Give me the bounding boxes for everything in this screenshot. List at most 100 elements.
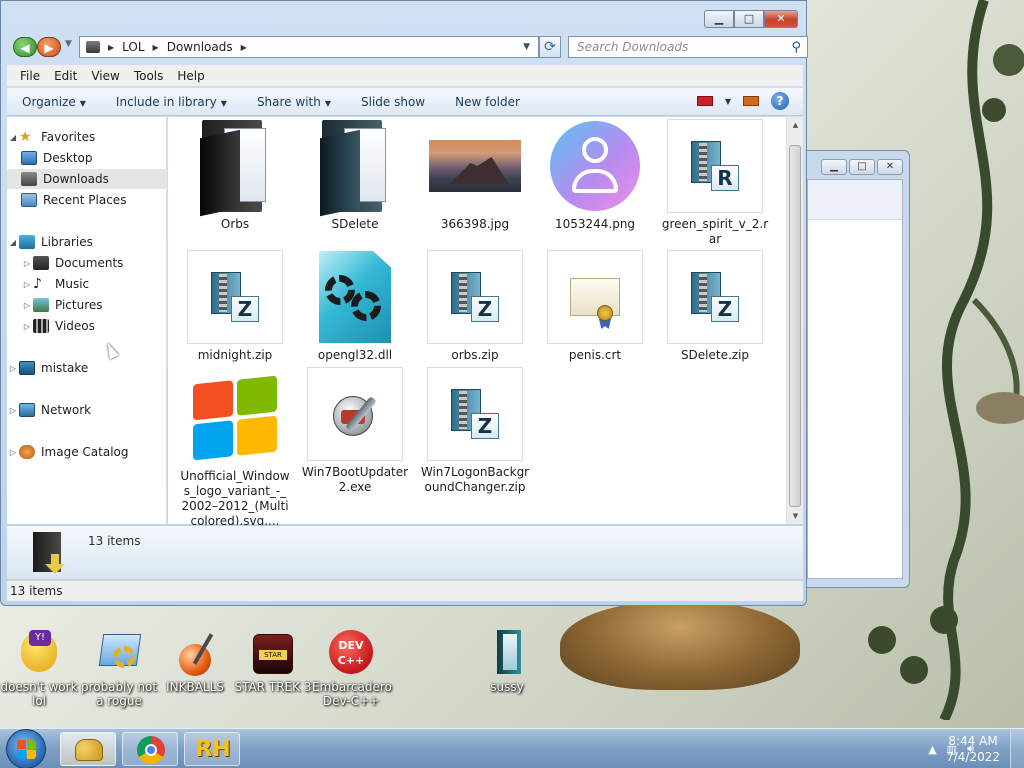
- scrollbar-thumb[interactable]: [789, 145, 801, 507]
- file-item-orbs-zip[interactable]: Z orbs.zip: [420, 250, 530, 363]
- image-catalog-icon: [19, 445, 35, 459]
- new-folder-button[interactable]: New folder: [440, 95, 535, 109]
- view-options-chevron-icon[interactable]: ▼: [725, 97, 731, 106]
- desktop-icon-label: INKBALLS: [166, 680, 224, 694]
- file-item-windows-logo-svg[interactable]: Unofficial_Windows_logo_variant_-_2002–2…: [180, 371, 290, 529]
- menu-help[interactable]: Help: [170, 69, 211, 83]
- folder-icon: [483, 630, 531, 678]
- background-window[interactable]: ▁ □ ✕: [800, 150, 910, 588]
- help-icon[interactable]: ?: [771, 92, 789, 110]
- refresh-button[interactable]: ⟳: [539, 36, 561, 58]
- status-item-count: 13 items: [10, 584, 63, 598]
- desktop-icon-inkballs[interactable]: INKBALLS: [156, 630, 234, 694]
- desktop-icon-probably-not-a-rogue[interactable]: probably not a rogue: [80, 630, 158, 708]
- desktop-icon-dev-cpp[interactable]: DEV C++ Embarcadero Dev-C++: [312, 630, 392, 708]
- start-button[interactable]: [6, 729, 46, 768]
- menu-view[interactable]: View: [84, 69, 126, 83]
- nav-music[interactable]: ▷ ♪ Music: [7, 274, 167, 294]
- forward-button[interactable]: ▶: [37, 37, 61, 57]
- file-item-sdelete[interactable]: SDelete: [300, 119, 410, 232]
- file-name: Win7LogonBackgroundChanger.zip: [420, 465, 530, 494]
- file-item-opengl32-dll[interactable]: opengl32.dll: [300, 250, 410, 363]
- desktop-icon-label: STAR TREK 3: [234, 680, 312, 694]
- slide-show-button[interactable]: Slide show: [346, 95, 440, 109]
- menu-bar: File Edit View Tools Help: [7, 65, 803, 87]
- nav-desktop[interactable]: Desktop: [7, 148, 167, 168]
- inkball-icon: [171, 630, 219, 678]
- search-input[interactable]: Search Downloads ⚲: [568, 36, 808, 58]
- menu-edit[interactable]: Edit: [47, 69, 84, 83]
- recent-pages-chevron-icon[interactable]: ▼: [65, 39, 72, 49]
- nav-videos[interactable]: ▷ Videos: [7, 316, 167, 336]
- share-with-button[interactable]: Share with ▼: [242, 95, 346, 109]
- nav-recent-places[interactable]: Recent Places: [7, 190, 167, 210]
- videos-film-icon: [33, 319, 49, 333]
- menu-file[interactable]: File: [13, 69, 47, 83]
- desktop-icon-yahoo[interactable]: Y! doesn't work lol: [0, 630, 78, 708]
- menu-tools[interactable]: Tools: [127, 69, 171, 83]
- taskbar-resource-hacker-button[interactable]: RH: [184, 732, 240, 766]
- show-hidden-icons-icon[interactable]: ▲: [928, 743, 936, 756]
- bg-close-button[interactable]: ✕: [877, 159, 903, 175]
- desktop-icon-sussy[interactable]: sussy: [468, 630, 546, 694]
- close-button[interactable]: ✕: [764, 10, 798, 28]
- search-icon[interactable]: ⚲: [791, 38, 801, 58]
- file-item-penis-crt[interactable]: penis.crt: [540, 250, 650, 363]
- bg-minimize-button[interactable]: ▁: [821, 159, 847, 175]
- file-item-1053244-png[interactable]: 1053244.png: [540, 119, 650, 232]
- desktop-icon-star-trek-3[interactable]: STAR STAR TREK 3: [234, 630, 312, 694]
- network-icon: [19, 403, 35, 417]
- breadcrumb-downloads[interactable]: Downloads: [167, 40, 233, 54]
- file-name: SDelete.zip: [680, 348, 750, 362]
- nav-network[interactable]: ▷ Network: [7, 400, 167, 420]
- minimize-button[interactable]: ▁: [704, 10, 734, 28]
- taskbar-explorer-button[interactable]: [60, 732, 116, 766]
- file-item-green-spirit-rar[interactable]: R green_spirit_v_2.rar: [660, 119, 770, 247]
- zip-archive-icon: Z: [211, 272, 259, 322]
- back-button[interactable]: ◀: [13, 37, 37, 57]
- breadcrumb-chevron-icon[interactable]: ▶: [241, 43, 247, 52]
- rar-archive-icon: R: [691, 141, 739, 191]
- resource-hacker-icon: RH: [195, 737, 231, 762]
- file-item-win7bootupdater-exe[interactable]: Win7BootUpdater2.exe: [300, 367, 410, 495]
- file-item-366398-jpg[interactable]: 366398.jpg: [420, 119, 530, 232]
- nav-documents[interactable]: ▷ Documents: [7, 253, 167, 273]
- file-list: Orbs SDelete 366398.jpg 1053244.png R gr…: [168, 117, 786, 528]
- nav-downloads[interactable]: Downloads: [7, 169, 167, 189]
- file-name: penis.crt: [568, 348, 622, 362]
- file-name: Orbs: [220, 217, 250, 231]
- change-view-icon[interactable]: [696, 96, 713, 106]
- file-name: Unofficial_Windows_logo_variant_-_2002–2…: [180, 469, 290, 528]
- nav-pictures[interactable]: ▷ Pictures: [7, 295, 167, 315]
- nav-libraries[interactable]: ◢ Libraries: [7, 232, 167, 252]
- scroll-up-icon[interactable]: ▲: [787, 117, 804, 133]
- window-controls: ▁ □ ✕: [704, 10, 798, 28]
- include-in-library-button[interactable]: Include in library ▼: [101, 95, 242, 109]
- explorer-folders-icon: [75, 739, 103, 761]
- address-bar[interactable]: ▶ LOL ▶ Downloads ▶ ▼: [79, 36, 539, 58]
- clock[interactable]: 8:44 AM 7/4/2022: [946, 733, 1000, 765]
- nav-mistake[interactable]: ▷ mistake: [7, 358, 167, 378]
- file-item-orbs[interactable]: Orbs: [180, 119, 290, 232]
- clock-time: 8:44 AM: [948, 734, 998, 748]
- taskbar-chrome-button[interactable]: [122, 732, 178, 766]
- address-dropdown-icon[interactable]: ▼: [523, 42, 530, 52]
- user-avatar-icon: [550, 121, 640, 211]
- desktop-icon: [21, 151, 37, 165]
- show-desktop-button[interactable]: [1010, 729, 1024, 768]
- organize-button[interactable]: Organize ▼: [7, 95, 101, 109]
- preview-pane-icon[interactable]: [743, 96, 759, 106]
- file-item-midnight-zip[interactable]: Z midnight.zip: [180, 250, 290, 363]
- music-note-icon: ♪: [33, 276, 42, 292]
- breadcrumb-chevron-icon[interactable]: ▶: [153, 43, 159, 52]
- vertical-scrollbar[interactable]: ▲ ▼: [786, 117, 803, 524]
- nav-favorites[interactable]: ◢ ★ Favorites: [7, 127, 167, 147]
- maximize-button[interactable]: □: [734, 10, 764, 28]
- breadcrumb-lol[interactable]: LOL: [122, 40, 144, 54]
- bg-maximize-button[interactable]: □: [849, 159, 875, 175]
- nav-image-catalog[interactable]: ▷ Image Catalog: [7, 442, 167, 462]
- breadcrumb-chevron-icon[interactable]: ▶: [108, 43, 114, 52]
- scroll-down-icon[interactable]: ▼: [787, 508, 804, 524]
- file-item-win7logon-zip[interactable]: Z Win7LogonBackgroundChanger.zip: [420, 367, 530, 495]
- file-item-sdelete-zip[interactable]: Z SDelete.zip: [660, 250, 770, 363]
